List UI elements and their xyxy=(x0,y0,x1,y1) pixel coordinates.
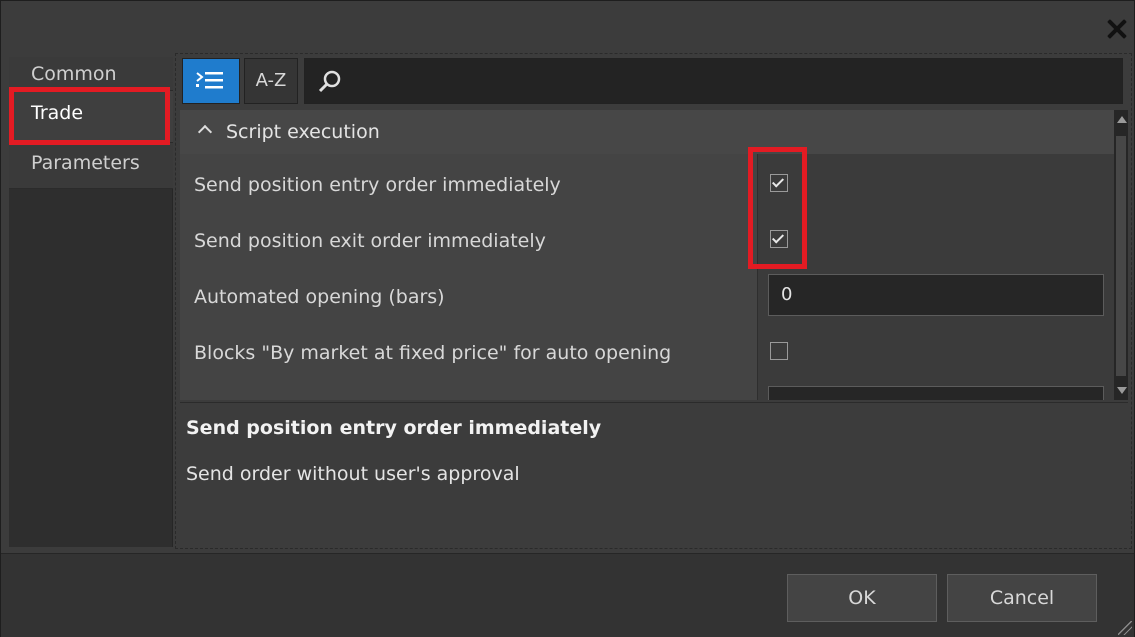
property-label: Send position exit order immediately xyxy=(180,210,758,266)
property-value xyxy=(758,210,1114,266)
exit-order-checkbox[interactable] xyxy=(770,230,788,248)
checkmark-icon xyxy=(771,231,785,244)
section-header-script-execution[interactable]: Script execution xyxy=(180,110,1114,154)
cancel-button[interactable]: Cancel xyxy=(947,574,1097,622)
property-value: 0 xyxy=(758,266,1114,322)
property-row xyxy=(180,378,1114,400)
property-label: Automated opening (bars) xyxy=(180,266,758,322)
dialog-footer: OK Cancel xyxy=(1,553,1134,637)
checkmark-icon xyxy=(771,175,785,188)
search-icon xyxy=(318,70,341,93)
vertical-scrollbar[interactable] xyxy=(1114,110,1128,400)
section-label: Script execution xyxy=(226,121,380,143)
left-nav: Common Trade Parameters xyxy=(9,57,173,547)
main-panel: A-Z Script execution Send position entry… xyxy=(175,53,1132,549)
ok-button[interactable]: OK xyxy=(787,574,937,622)
property-row: Automated opening (bars) 0 xyxy=(180,266,1114,322)
property-value xyxy=(758,378,1114,400)
title-bar xyxy=(1,1,1134,49)
alphabetical-sort-button[interactable]: A-Z xyxy=(244,58,298,104)
automated-opening-field[interactable]: 0 xyxy=(768,274,1104,316)
categorized-view-button[interactable] xyxy=(182,58,240,104)
categorized-list-icon xyxy=(196,72,223,89)
scroll-up-arrow-icon[interactable] xyxy=(1117,116,1127,123)
property-row: Send position entry order immediately xyxy=(180,154,1114,210)
property-row: Blocks "By market at fixed price" for au… xyxy=(180,322,1114,378)
property-value xyxy=(758,154,1114,210)
nav-item-trade[interactable]: Trade xyxy=(9,91,173,143)
description-title: Send position entry order immediately xyxy=(186,417,602,439)
chevron-up-icon[interactable] xyxy=(197,124,213,140)
resize-grip-icon[interactable] xyxy=(1118,621,1132,635)
entry-order-checkbox[interactable] xyxy=(770,174,788,192)
property-row: Send position exit order immediately xyxy=(180,210,1114,266)
property-grid: Script execution Send position entry ord… xyxy=(180,110,1114,400)
scroll-down-arrow-icon[interactable] xyxy=(1117,387,1127,394)
scroll-thumb[interactable] xyxy=(1116,136,1126,376)
property-value xyxy=(758,322,1114,378)
nav-item-parameters[interactable]: Parameters xyxy=(9,143,173,189)
property-label xyxy=(180,378,758,400)
search-input[interactable] xyxy=(304,58,1123,104)
property-label: Blocks "By market at fixed price" for au… xyxy=(180,322,758,378)
nav-item-common[interactable]: Common xyxy=(9,57,173,91)
description-text: Send order without user's approval xyxy=(186,463,520,485)
blocks-market-fixed-price-checkbox[interactable] xyxy=(770,342,788,360)
description-panel: Send position entry order immediately Se… xyxy=(180,402,1128,542)
settings-dialog: Common Trade Parameters A-Z Script execu… xyxy=(0,0,1135,637)
close-icon[interactable] xyxy=(1104,15,1130,43)
property-label: Send position entry order immediately xyxy=(180,154,758,210)
partial-field[interactable] xyxy=(768,386,1104,400)
toolbar: A-Z xyxy=(180,56,1125,104)
